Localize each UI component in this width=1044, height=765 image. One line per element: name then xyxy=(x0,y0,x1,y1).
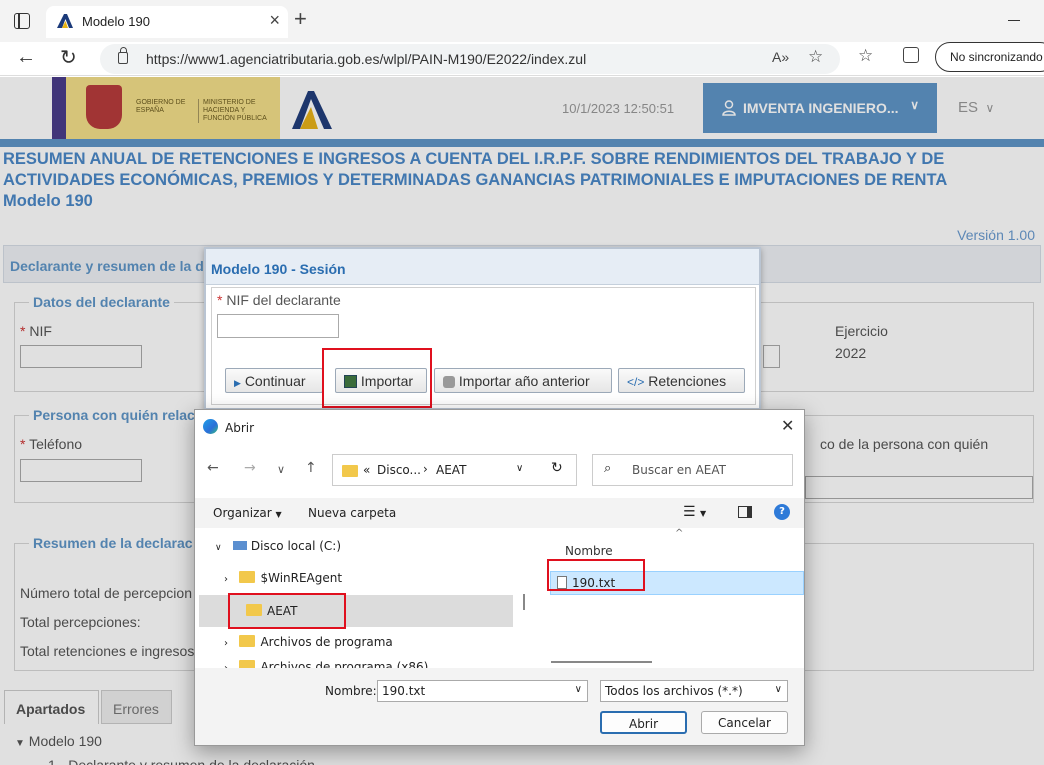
file-type-select[interactable]: Todos los archivos (*.*) ∨ xyxy=(600,680,788,702)
view-menu-icon[interactable]: ☰ ▼ xyxy=(683,504,706,520)
sesion-dialog-title: Modelo 190 - Sesión xyxy=(211,261,346,277)
folder-icon xyxy=(342,465,358,477)
new-folder-button[interactable]: Nueva carpeta xyxy=(308,506,396,520)
chevron-down-icon[interactable]: ∨ xyxy=(575,684,582,695)
chevron-down-icon: ▼ xyxy=(275,510,282,519)
aeat-folder-highlight xyxy=(228,593,346,629)
file-type-value: Todos los archivos (*.*) xyxy=(605,684,743,698)
filename-value: 190.txt xyxy=(382,684,426,698)
folder-icon xyxy=(239,660,256,668)
up-arrow-icon[interactable]: ↑ xyxy=(305,460,317,476)
tree-item-winreagent[interactable]: › $WinREAgent xyxy=(224,571,342,585)
open-button[interactable]: Abrir xyxy=(600,711,687,734)
lock-icon xyxy=(118,47,128,64)
filename-input[interactable]: 190.txt ∨ xyxy=(377,680,588,702)
close-icon[interactable]: ✕ xyxy=(781,416,794,435)
tree-item-disco-local[interactable]: ∨ Disco local (C:) xyxy=(215,539,341,553)
back-arrow-icon[interactable]: ← xyxy=(16,46,36,69)
file-list: ^ Nombre 190.txt xyxy=(535,528,804,668)
recent-chevron-icon[interactable]: ∨ xyxy=(277,463,285,476)
search-input[interactable]: ⌕ Buscar en AEAT xyxy=(592,454,793,486)
search-placeholder: Buscar en AEAT xyxy=(632,463,726,477)
browser-tabbar: Modelo 190 × + xyxy=(0,0,1044,42)
help-icon[interactable]: ? xyxy=(774,504,790,520)
preview-pane-icon[interactable] xyxy=(738,506,752,518)
open-file-dialog: Abrir ✕ ← → ∨ ↑ « Disco... › AEAT ∨ ↻ ⌕ … xyxy=(194,409,805,746)
edge-icon xyxy=(203,419,218,434)
cancel-button[interactable]: Cancelar xyxy=(701,711,788,734)
importar-highlight xyxy=(322,348,432,408)
scrollbar-thumb[interactable] xyxy=(523,594,525,610)
new-tab-icon[interactable]: + xyxy=(294,8,307,30)
tree-item-archivos-programa-x86[interactable]: › Archivos de programa (x86) xyxy=(224,660,428,668)
forward-arrow-icon[interactable]: → xyxy=(244,460,256,476)
aeat-favicon-icon xyxy=(57,14,73,28)
browser-tab[interactable]: Modelo 190 × xyxy=(46,6,288,38)
filename-label: Nombre: xyxy=(325,684,377,698)
retenciones-button[interactable]: </> Retenciones xyxy=(618,368,745,393)
close-tab-icon[interactable]: × xyxy=(269,10,280,31)
favorites-icon[interactable]: ☆ xyxy=(858,46,873,66)
chevron-down-icon[interactable]: ∨ xyxy=(516,463,523,474)
sesion-dialog-body: * NIF del declarante ▶ Continuar Importa… xyxy=(211,287,756,405)
refresh-icon[interactable]: ↻ xyxy=(551,460,563,476)
back-arrow-icon[interactable]: ← xyxy=(207,460,219,476)
path-part-2[interactable]: AEAT xyxy=(436,463,466,477)
nif-declarante-label: * NIF del declarante xyxy=(217,292,341,308)
file-dialog-footer: Nombre: 190.txt ∨ Todos los archivos (*.… xyxy=(195,668,804,745)
tab-actions-icon[interactable] xyxy=(14,13,30,29)
file-dialog-toolbar: Organizar ▼ Nueva carpeta ☰ ▼ ? xyxy=(195,498,804,528)
profile-sync-button[interactable]: No sincronizando xyxy=(935,42,1044,72)
play-icon: ▶ xyxy=(234,378,241,388)
folder-icon xyxy=(239,571,256,583)
folder-icon xyxy=(239,635,256,647)
chevron-down-icon: ∨ xyxy=(215,543,222,553)
add-favorite-icon[interactable]: ☆ xyxy=(808,47,823,67)
drive-icon xyxy=(233,541,248,550)
nif-declarante-input[interactable] xyxy=(217,314,339,338)
column-header-nombre[interactable]: Nombre xyxy=(565,544,613,558)
pane-splitter[interactable] xyxy=(517,530,535,668)
reload-icon[interactable]: ↻ xyxy=(60,45,77,70)
chevron-right-icon: › xyxy=(224,574,228,585)
url-text: https://www1.agenciatributaria.gob.es/wl… xyxy=(146,51,587,67)
continuar-button[interactable]: ▶ Continuar xyxy=(225,368,323,393)
minimize-icon[interactable] xyxy=(1008,20,1020,21)
collections-icon[interactable] xyxy=(903,47,919,63)
file-dialog-title: Abrir xyxy=(225,421,255,435)
path-bar[interactable]: « Disco... › AEAT ∨ ↻ xyxy=(332,454,577,486)
read-aloud-icon[interactable]: A» xyxy=(772,49,789,65)
tree-item-archivos-programa[interactable]: › Archivos de programa xyxy=(224,635,393,649)
sort-up-icon: ^ xyxy=(675,528,684,539)
address-toolbar: ← ↻ https://www1.agenciatributaria.gob.e… xyxy=(0,42,1044,76)
horizontal-scrollbar[interactable] xyxy=(551,661,652,663)
path-part-1[interactable]: Disco... xyxy=(377,463,421,477)
search-icon: ⌕ xyxy=(604,461,612,476)
path-prefix: « xyxy=(363,463,371,477)
sesion-dialog-header: Modelo 190 - Sesión xyxy=(206,249,759,285)
organize-button[interactable]: Organizar ▼ xyxy=(213,506,282,520)
path-separator-icon: › xyxy=(423,462,428,476)
importar-anterior-button[interactable]: Importar año anterior xyxy=(434,368,612,393)
sesion-dialog: Modelo 190 - Sesión * NIF del declarante… xyxy=(204,247,761,410)
address-bar[interactable]: https://www1.agenciatributaria.gob.es/wl… xyxy=(100,44,840,74)
database-icon xyxy=(443,376,455,388)
chevron-right-icon: › xyxy=(224,638,228,649)
tab-title: Modelo 190 xyxy=(82,14,150,29)
file-190-highlight xyxy=(547,559,645,591)
chevron-down-icon: ∨ xyxy=(774,684,782,695)
code-icon: </> xyxy=(627,375,645,389)
